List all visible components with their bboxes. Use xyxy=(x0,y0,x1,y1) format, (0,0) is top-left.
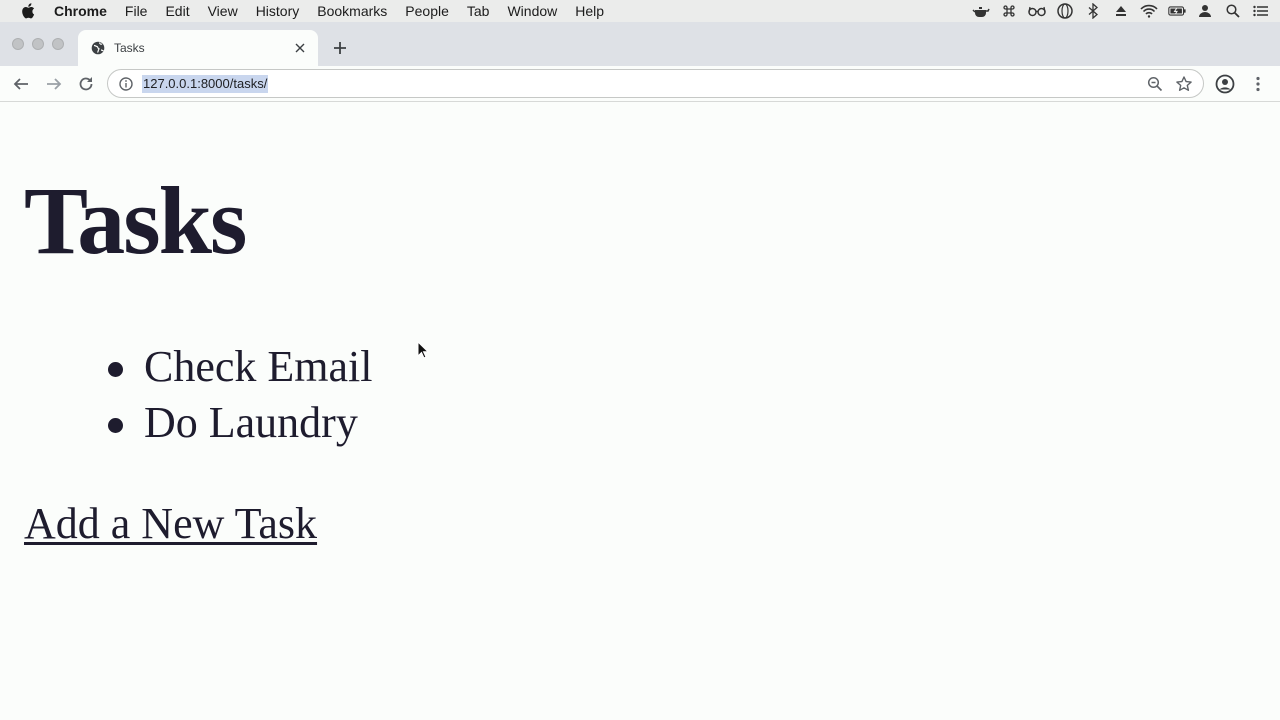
info-icon[interactable] xyxy=(118,76,134,92)
glasses-icon[interactable] xyxy=(1028,3,1046,19)
menu-window[interactable]: Window xyxy=(507,0,557,22)
tab-tasks[interactable]: Tasks xyxy=(78,30,318,66)
page-content: Tasks Check Email Do Laundry Add a New T… xyxy=(0,102,1280,720)
zoom-window-button[interactable] xyxy=(52,38,64,50)
battery-icon[interactable] xyxy=(1168,3,1186,19)
add-new-task-link[interactable]: Add a New Task xyxy=(24,496,317,552)
macos-menubar: Chrome File Edit View History Bookmarks … xyxy=(0,0,1280,22)
task-list: Check Email Do Laundry xyxy=(104,339,373,451)
tab-strip: Tasks xyxy=(0,22,1280,66)
mouse-pointer-icon xyxy=(417,340,430,359)
new-tab-plus-icon[interactable] xyxy=(330,38,350,58)
status-menu-extras xyxy=(972,0,1280,22)
menu-people[interactable]: People xyxy=(405,0,449,22)
bookmark-star-icon[interactable] xyxy=(1175,75,1193,93)
zoom-icon[interactable] xyxy=(1147,76,1163,92)
close-window-button[interactable] xyxy=(12,38,24,50)
eject-icon[interactable] xyxy=(1112,3,1130,19)
window-controls xyxy=(12,38,72,50)
task-item-label: Check Email xyxy=(144,342,373,391)
bluetooth-icon[interactable] xyxy=(1084,3,1102,19)
wifi-icon[interactable] xyxy=(1140,3,1158,19)
vpn-icon[interactable] xyxy=(1056,3,1074,19)
menu-bookmarks[interactable]: Bookmarks xyxy=(317,0,387,22)
menu-file[interactable]: File xyxy=(125,0,148,22)
bullet-icon xyxy=(108,362,123,377)
page-title: Tasks xyxy=(24,167,247,274)
kebab-menu-icon[interactable] xyxy=(1248,74,1268,94)
browser-toolbar: 127.0.0.1:8000/tasks/ xyxy=(0,66,1280,102)
notification-center-icon[interactable] xyxy=(1252,3,1270,19)
menu-tab[interactable]: Tab xyxy=(467,0,490,22)
menu-view[interactable]: View xyxy=(208,0,238,22)
reload-icon[interactable] xyxy=(76,74,96,94)
minimize-window-button[interactable] xyxy=(32,38,44,50)
address-bar[interactable]: 127.0.0.1:8000/tasks/ xyxy=(107,69,1204,98)
command-icon[interactable] xyxy=(1000,3,1018,19)
tab-title: Tasks xyxy=(114,41,145,55)
bullet-icon xyxy=(108,418,123,433)
teapot-icon[interactable] xyxy=(972,3,990,19)
menu-app-name[interactable]: Chrome xyxy=(54,0,107,22)
spotlight-icon[interactable] xyxy=(1224,3,1242,19)
user-icon[interactable] xyxy=(1196,3,1214,19)
url-text[interactable]: 127.0.0.1:8000/tasks/ xyxy=(142,74,269,93)
back-arrow-icon[interactable] xyxy=(11,74,31,94)
close-tab-icon[interactable] xyxy=(292,40,308,56)
profile-avatar-icon[interactable] xyxy=(1215,74,1235,94)
menu-help[interactable]: Help xyxy=(575,0,604,22)
task-item-label: Do Laundry xyxy=(144,398,358,447)
screen: Chrome File Edit View History Bookmarks … xyxy=(0,0,1280,720)
menu-history[interactable]: History xyxy=(256,0,300,22)
task-item: Do Laundry xyxy=(104,395,373,451)
menu-edit[interactable]: Edit xyxy=(165,0,189,22)
apple-icon[interactable] xyxy=(20,3,36,19)
forward-arrow-icon[interactable] xyxy=(44,74,64,94)
globe-icon xyxy=(90,40,106,56)
task-item: Check Email xyxy=(104,339,373,395)
